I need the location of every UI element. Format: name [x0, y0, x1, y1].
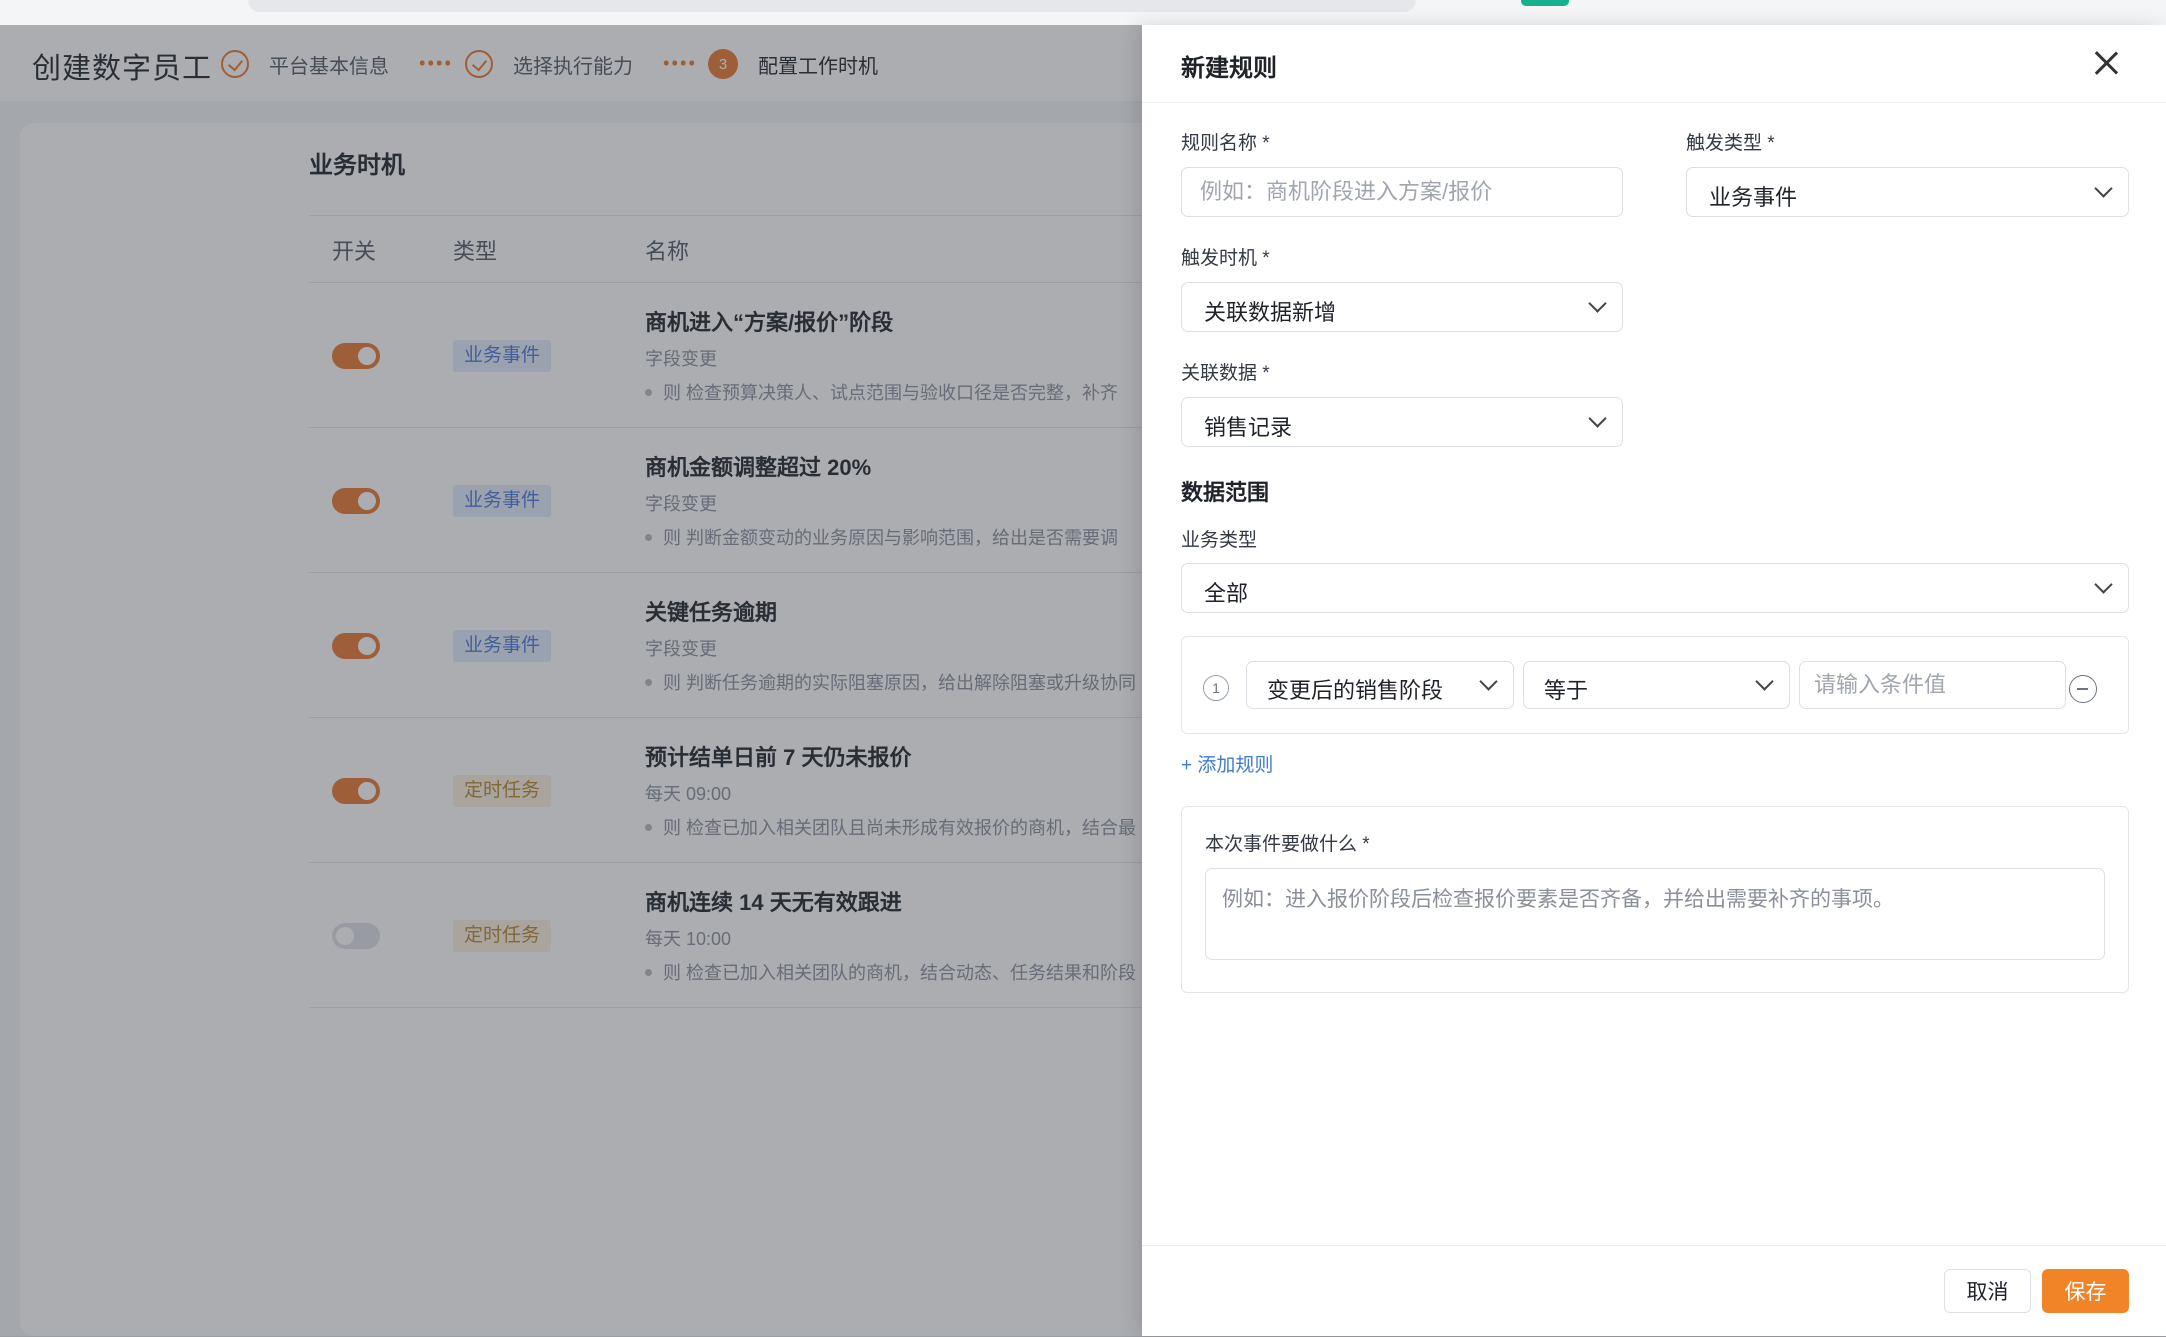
browser-extension-badge[interactable] — [1521, 0, 1569, 6]
trigger-type-label: 触发类型 * — [1686, 133, 1775, 154]
browser-address-bar[interactable] — [248, 0, 1416, 12]
action-label: 本次事件要做什么 * — [1205, 834, 1370, 855]
chevron-down-icon — [1588, 409, 1607, 428]
new-rule-drawer: 新建规则 规则名称 * 触发类型 * 业务事件 触发时机 * 关联数据新增 关联… — [1142, 25, 2166, 1336]
close-icon[interactable] — [2092, 49, 2120, 77]
rule-name-field[interactable] — [1181, 167, 1623, 217]
business-type-label: 业务类型 — [1181, 530, 1258, 551]
related-data-select[interactable]: 销售记录 — [1181, 397, 1623, 447]
drawer-title: 新建规则 — [1181, 55, 1277, 82]
cancel-button[interactable]: 取消 — [1944, 1269, 2031, 1313]
business-type-select[interactable]: 全部 — [1181, 563, 2129, 613]
trigger-timing-label: 触发时机 * — [1181, 248, 1270, 269]
trigger-type-select[interactable]: 业务事件 — [1686, 167, 2129, 217]
condition-value-input[interactable] — [1800, 662, 2065, 708]
related-data-value: 销售记录 — [1204, 415, 1293, 440]
data-scope-title: 数据范围 — [1181, 480, 1270, 505]
action-textarea[interactable] — [1206, 869, 2104, 959]
remove-condition-icon[interactable] — [2069, 675, 2097, 703]
chevron-down-icon — [1479, 672, 1498, 691]
action-field[interactable] — [1205, 868, 2105, 960]
condition-value-field[interactable] — [1799, 661, 2066, 709]
chevron-down-icon — [1588, 294, 1607, 313]
condition-operator-select[interactable]: 等于 — [1523, 661, 1790, 709]
condition-operator-value: 等于 — [1544, 678, 1589, 703]
chevron-down-icon — [1755, 672, 1774, 691]
drawer-footer: 取消 保存 — [1142, 1245, 2166, 1337]
drawer-header: 新建规则 — [1142, 25, 2166, 103]
related-data-label: 关联数据 * — [1181, 363, 1270, 384]
condition-index: 1 — [1203, 675, 1229, 701]
rule-name-label: 规则名称 * — [1181, 133, 1270, 154]
action-section: 本次事件要做什么 * — [1181, 806, 2129, 993]
rule-name-input[interactable] — [1182, 168, 1622, 216]
condition-field-select[interactable]: 变更后的销售阶段 — [1246, 661, 1514, 709]
save-button[interactable]: 保存 — [2042, 1269, 2129, 1313]
trigger-timing-select[interactable]: 关联数据新增 — [1181, 282, 1623, 332]
trigger-timing-value: 关联数据新增 — [1204, 300, 1337, 325]
trigger-type-value: 业务事件 — [1709, 185, 1798, 210]
add-rule-link[interactable]: + 添加规则 — [1181, 750, 1273, 777]
business-type-value: 全部 — [1204, 581, 1249, 606]
condition-group: 1 变更后的销售阶段 等于 — [1181, 636, 2129, 734]
browser-chrome-strip — [0, 0, 2166, 25]
chevron-down-icon — [2094, 575, 2113, 594]
chevron-down-icon — [2094, 179, 2113, 198]
condition-field-value: 变更后的销售阶段 — [1267, 678, 1444, 703]
